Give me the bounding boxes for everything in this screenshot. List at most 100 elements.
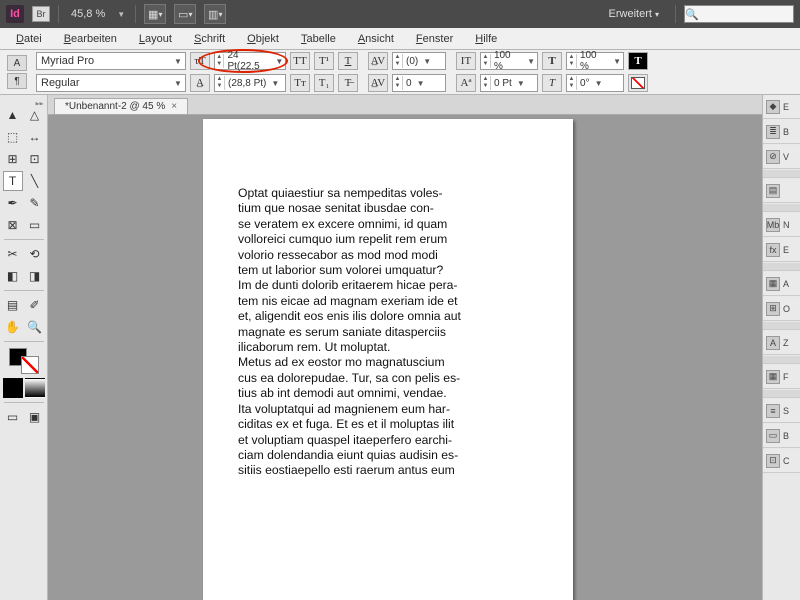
dock-icon: ▦ (766, 370, 780, 384)
menu-ansicht[interactable]: Ansicht (348, 30, 404, 48)
para-mode-button[interactable]: ¶ (7, 73, 27, 89)
screen-mode-icon[interactable]: ▭▾ (174, 4, 196, 24)
direct-selection-tool[interactable]: △ (25, 105, 45, 125)
font-style-combo[interactable]: Regular▼ (36, 74, 186, 92)
view-options-icon[interactable]: ▦▾ (144, 4, 166, 24)
allcaps-button[interactable]: TT (290, 52, 310, 70)
char-mode-button[interactable]: A (7, 55, 27, 71)
dock-icon: ⊞ (766, 302, 780, 316)
dock-panel-8[interactable]: AZ (763, 331, 800, 355)
document-tab[interactable]: *Unbenannt-2 @ 45 % × (54, 98, 188, 114)
pencil-tool[interactable]: ✎ (25, 193, 45, 213)
content-tool[interactable]: ⊞ (3, 149, 23, 169)
dock-panel-12[interactable]: ⊡C (763, 449, 800, 473)
tracking-field[interactable]: ▲▼ 0▼ (392, 74, 446, 92)
char-stroke-swatch[interactable] (628, 74, 648, 92)
gradient-swatch-tool[interactable]: ◧ (3, 266, 23, 286)
preview-view-button[interactable]: ▣ (25, 407, 45, 427)
menu-layout[interactable]: Layout (129, 30, 182, 48)
dock-panel-2[interactable]: ⊘V (763, 145, 800, 169)
dock-panel-1[interactable]: ≣B (763, 120, 800, 144)
type-tool[interactable]: T (3, 171, 23, 191)
hscale-field-alt[interactable]: ▲▼ 100 %▼ (566, 52, 624, 70)
dock-panel-11[interactable]: ▭B (763, 424, 800, 448)
dock-panel-9[interactable]: ▦F (763, 365, 800, 389)
menu-tabelle[interactable]: Tabelle (291, 30, 346, 48)
dock-icon: Mb (766, 218, 780, 232)
zoom-tool[interactable]: 🔍 (25, 317, 45, 337)
bridge-badge-icon[interactable]: Br (32, 6, 50, 22)
kerning-field[interactable]: ▲▼ (0)▼ (392, 52, 446, 70)
body-text-frame[interactable]: Optat quiaestiur sa nempeditas voles- ti… (238, 186, 523, 479)
page: Optat quiaestiur sa nempeditas voles- ti… (203, 119, 573, 600)
menu-schrift[interactable]: Schrift (184, 30, 235, 48)
baseline-icon: Aª (456, 74, 476, 92)
kerning-icon: A̲V (368, 52, 388, 70)
tracking-icon: A̲V (368, 74, 388, 92)
apply-gradient-button[interactable] (25, 378, 45, 398)
normal-view-button[interactable]: ▭ (3, 407, 23, 427)
menu-fenster[interactable]: Fenster (406, 30, 463, 48)
search-input[interactable] (699, 7, 800, 21)
canvas[interactable]: Optat quiaestiur sa nempeditas voles- ti… (48, 115, 762, 600)
superscript-button[interactable]: T¹ (314, 52, 334, 70)
page-tool[interactable]: ⬚ (3, 127, 23, 147)
tools-panel: ▸▸ ▲△ ⬚↔ ⊞⊡ T╲ ✒✎ ⊠▭ ✂⟲ ◧◨ ▤✐ ✋🔍 ▭▣ (0, 95, 48, 600)
char-fill-icon[interactable]: T (542, 52, 562, 70)
smallcaps-button[interactable]: Tᴛ (290, 74, 310, 92)
note-tool[interactable]: ▤ (3, 295, 23, 315)
pen-tool[interactable]: ✒ (3, 193, 23, 213)
right-panel-dock: ◆E≣B⊘V ▤ MbNfxE ▦A⊞O AZ ▦F ≡S▭B⊡C (762, 95, 800, 600)
content-place-tool[interactable]: ⊡ (25, 149, 45, 169)
eyedropper-tool[interactable]: ✐ (25, 295, 45, 315)
hand-tool[interactable]: ✋ (3, 317, 23, 337)
gradient-feather-tool[interactable]: ◨ (25, 266, 45, 286)
strikethrough-button[interactable]: T̶ (338, 74, 358, 92)
char-fill-swatch[interactable]: T (628, 52, 648, 70)
dock-icon: ⊘ (766, 150, 780, 164)
menu-bearbeiten[interactable]: Bearbeiten (54, 30, 127, 48)
zoom-dropdown-icon[interactable]: ▼ (117, 10, 127, 19)
dock-panel-3[interactable]: ▤ (763, 179, 800, 203)
subscript-button[interactable]: T₁ (314, 74, 334, 92)
dock-panel-6[interactable]: ▦A (763, 272, 800, 296)
vscale-field[interactable]: ▲▼ 100 %▼ (480, 52, 538, 70)
arrange-docs-icon[interactable]: ▥▾ (204, 4, 226, 24)
skew-field[interactable]: ▲▼ 0°▼ (566, 74, 624, 92)
dock-panel-10[interactable]: ≡S (763, 399, 800, 423)
workspace-switcher[interactable]: Erweitert ▾ (601, 8, 667, 20)
dock-icon: ▭ (766, 429, 780, 443)
dock-panel-5[interactable]: fxE (763, 238, 800, 262)
fill-stroke-swatch[interactable] (9, 348, 39, 374)
search-field[interactable]: 🔍 (684, 5, 794, 23)
close-tab-icon[interactable]: × (171, 101, 177, 112)
line-tool[interactable]: ╲ (25, 171, 45, 191)
dock-icon: ≡ (766, 404, 780, 418)
scissors-tool[interactable]: ✂ (3, 244, 23, 264)
dock-icon: ⊡ (766, 454, 780, 468)
gap-tool[interactable]: ↔ (25, 127, 45, 147)
leading-icon: A̲ (190, 74, 210, 92)
font-size-field[interactable]: ▲▼ 24 Pt(22.5▼ (214, 52, 286, 70)
font-family-combo[interactable]: Myriad Pro▼ (36, 52, 186, 70)
main-menubar: DateiBearbeitenLayoutSchriftObjektTabell… (0, 28, 800, 50)
dock-icon: ◆ (766, 100, 780, 114)
leading-field[interactable]: ▲▼ (28,8 Pt)▼ (214, 74, 286, 92)
selection-tool[interactable]: ▲ (3, 105, 23, 125)
rect-frame-tool[interactable]: ⊠ (3, 215, 23, 235)
baseline-field[interactable]: ▲▼ 0 Pt▼ (480, 74, 538, 92)
document-area: *Unbenannt-2 @ 45 % × Optat quiaestiur s… (48, 95, 762, 600)
menu-objekt[interactable]: Objekt (237, 30, 289, 48)
app-logo-icon: Id (6, 5, 24, 23)
application-titlebar: Id Br 45,8 % ▼ ▦▾ ▭▾ ▥▾ Erweitert ▾ 🔍 (0, 0, 800, 28)
menu-datei[interactable]: Datei (6, 30, 52, 48)
apply-color-button[interactable] (3, 378, 23, 398)
menu-hilfe[interactable]: Hilfe (465, 30, 507, 48)
transform-tool[interactable]: ⟲ (25, 244, 45, 264)
rect-tool[interactable]: ▭ (25, 215, 45, 235)
dock-panel-0[interactable]: ◆E (763, 95, 800, 119)
dock-panel-4[interactable]: MbN (763, 213, 800, 237)
zoom-level-display[interactable]: 45,8 % (67, 8, 109, 20)
underline-button[interactable]: T (338, 52, 358, 70)
dock-panel-7[interactable]: ⊞O (763, 297, 800, 321)
